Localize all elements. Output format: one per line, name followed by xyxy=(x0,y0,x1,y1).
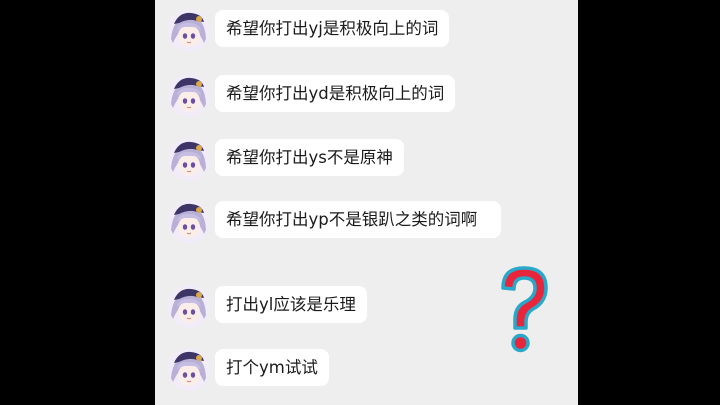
avatar-icon xyxy=(167,200,210,243)
message-bubble[interactable]: 希望你打出yp不是银趴之类的词啊 xyxy=(215,201,501,238)
avatar-icon xyxy=(167,138,210,181)
message-text: 打出yl应该是乐理 xyxy=(226,295,356,314)
message-text: 希望你打出yd是积极向上的词 xyxy=(226,84,445,103)
message-bubble[interactable]: 打个ym试试 xyxy=(215,349,329,386)
question-mark-icon xyxy=(493,262,555,357)
message-bubble[interactable]: 希望你打出yd是积极向上的词 xyxy=(215,75,456,112)
avatar[interactable] xyxy=(167,348,210,391)
message-bubble[interactable]: 打出yl应该是乐理 xyxy=(215,286,367,323)
message-text: 打个ym试试 xyxy=(226,358,318,377)
message-text: 希望你打出ys不是原神 xyxy=(226,148,393,167)
avatar[interactable] xyxy=(167,138,210,181)
avatar[interactable] xyxy=(167,9,210,52)
avatar[interactable] xyxy=(167,285,210,328)
avatar[interactable] xyxy=(167,74,210,117)
message-bubble[interactable]: 希望你打出ys不是原神 xyxy=(215,139,404,176)
message-text: 希望你打出yj是积极向上的词 xyxy=(226,19,439,38)
video-frame: 希望你打出yj是积极向上的词 希望你打出yd是积极向上的词 希望你打出ys不是原… xyxy=(0,0,720,405)
avatar[interactable] xyxy=(167,200,210,243)
avatar-icon xyxy=(167,9,210,52)
avatar-icon xyxy=(167,74,210,117)
avatar-icon xyxy=(167,285,210,328)
message-text: 希望你打出yp不是银趴之类的词啊 xyxy=(226,210,478,229)
message-bubble[interactable]: 希望你打出yj是积极向上的词 xyxy=(215,10,450,47)
avatar-icon xyxy=(167,348,210,391)
